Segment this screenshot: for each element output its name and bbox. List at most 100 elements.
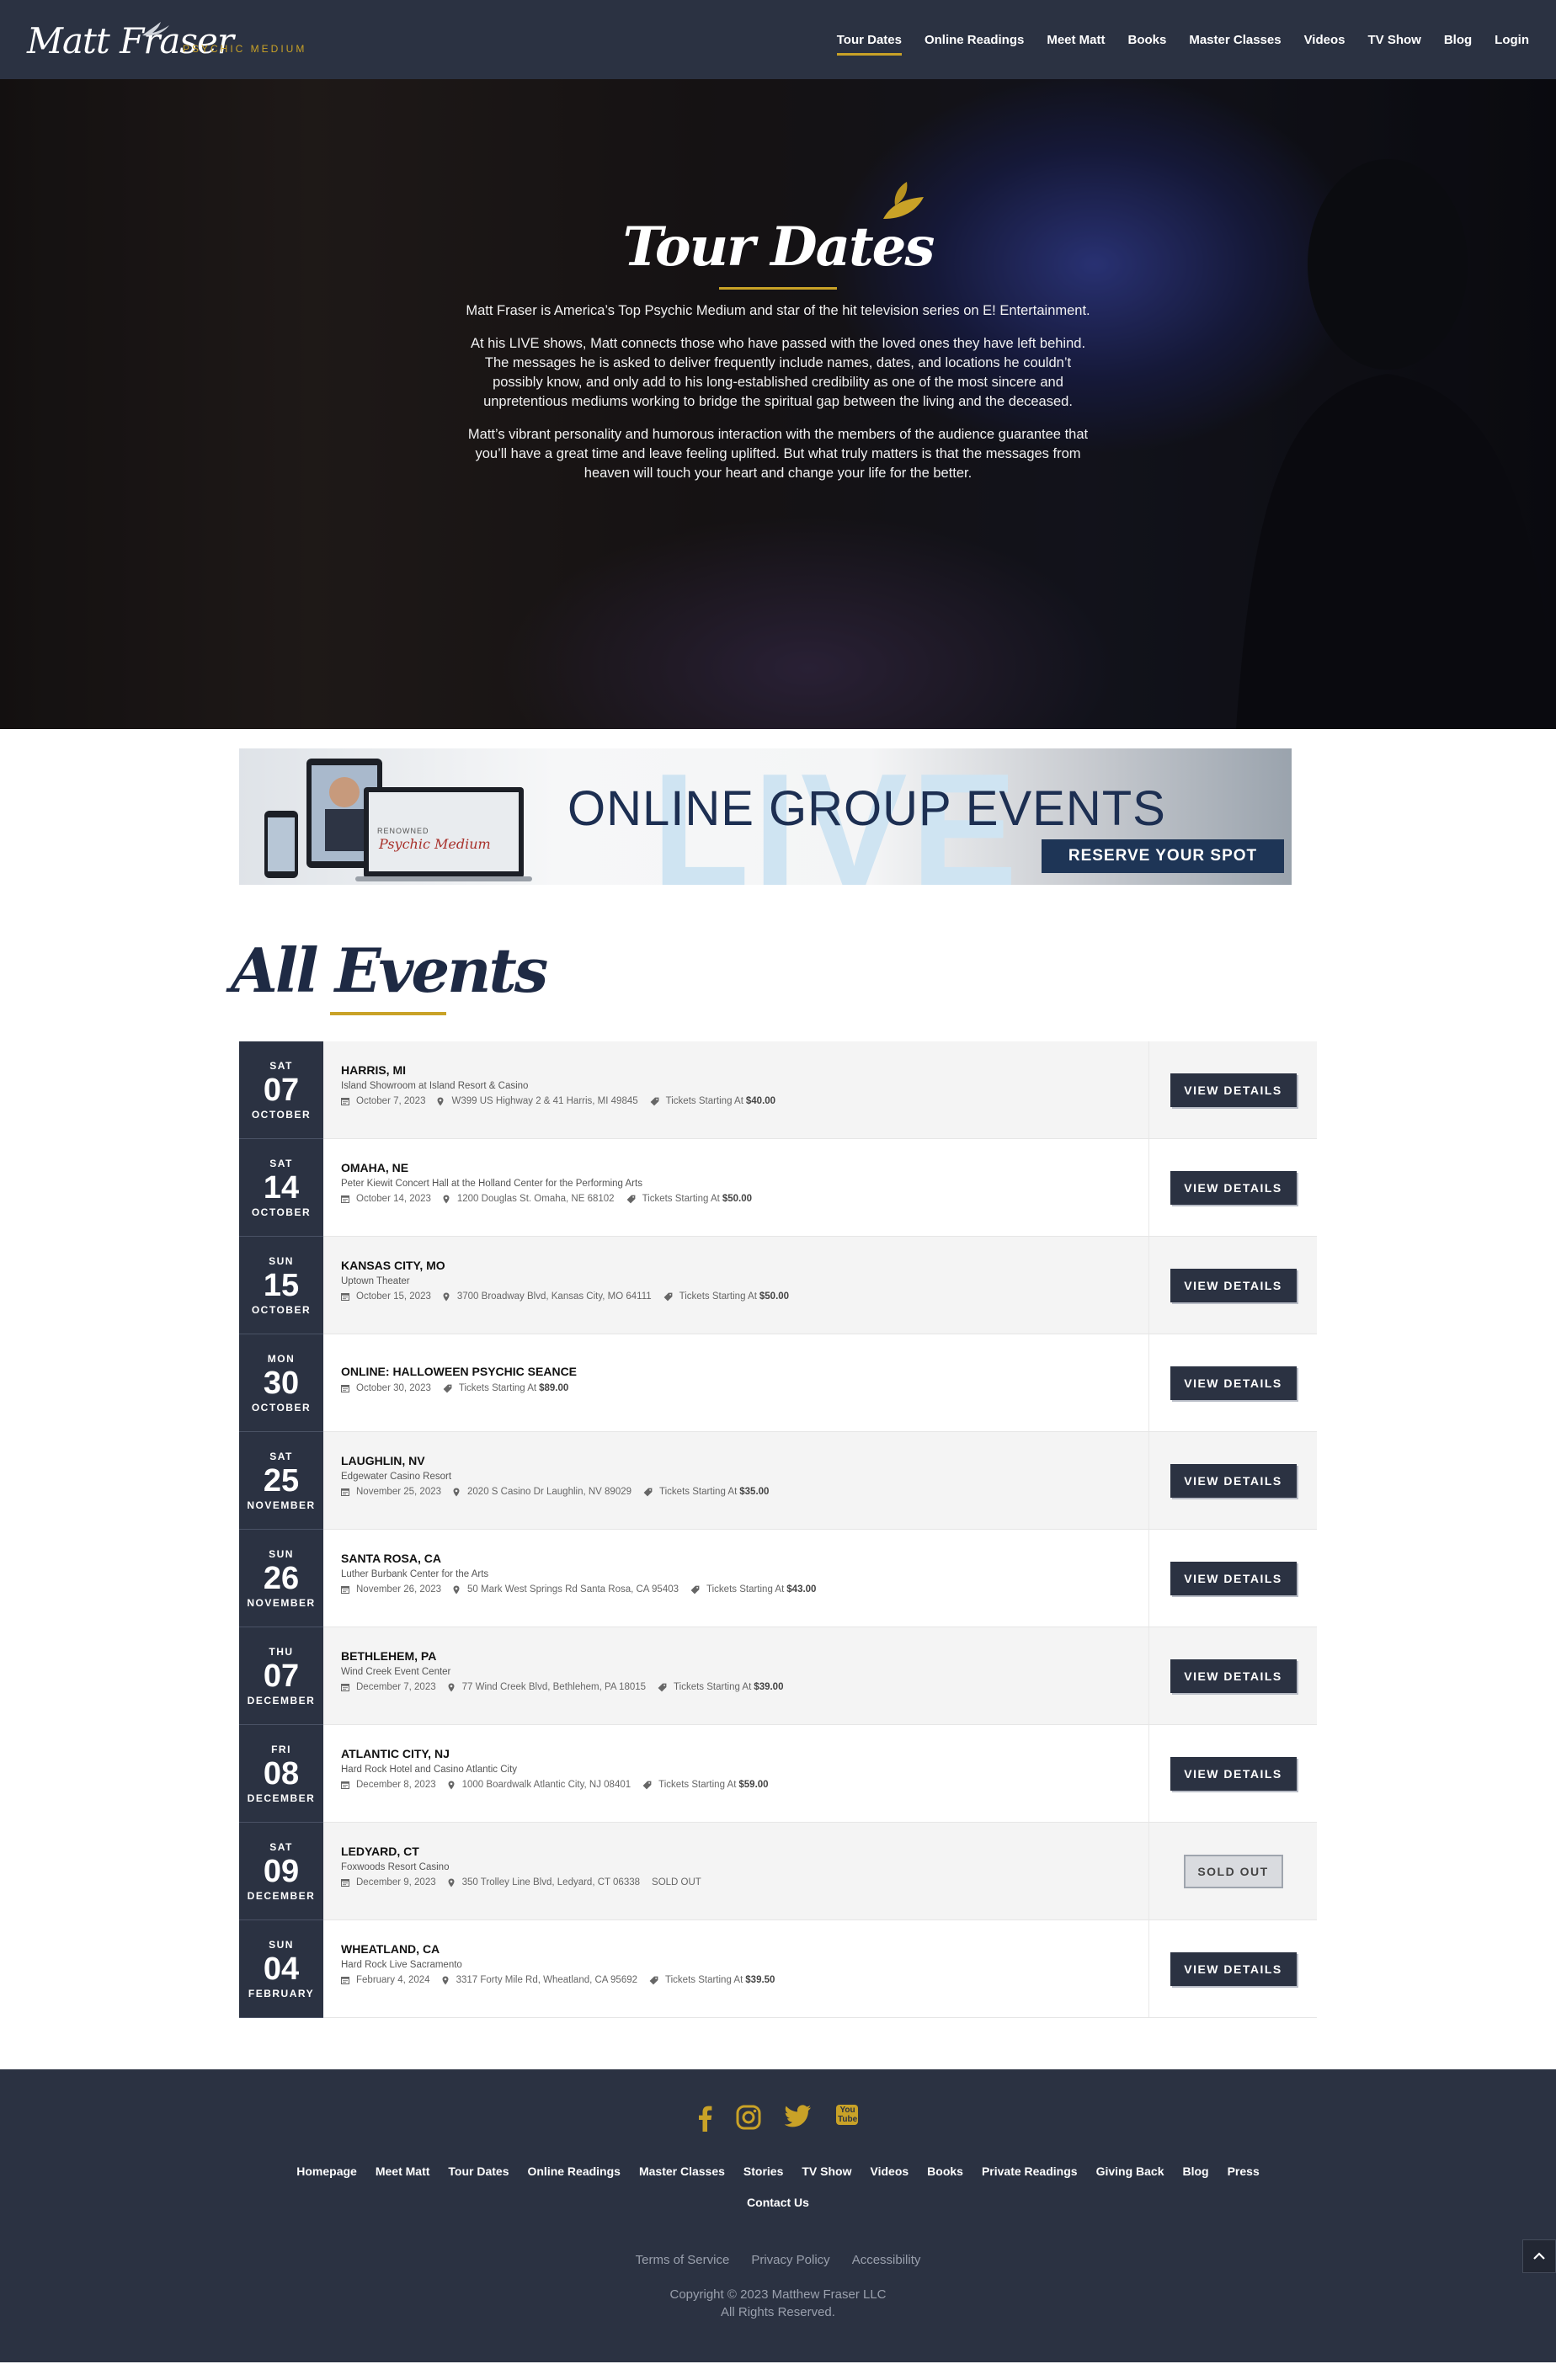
event-date-meta: December 8, 2023: [341, 1780, 436, 1790]
event-meta: December 8, 2023 1000 Boardwalk Atlantic …: [341, 1780, 1148, 1790]
event-venue: Luther Burbank Center for the Arts: [341, 1569, 489, 1579]
event-date-box: SUN 26 NOVEMBER: [239, 1530, 323, 1627]
map-marker-icon: [442, 1976, 452, 1985]
instagram-icon[interactable]: [736, 2105, 761, 2132]
event-row: SAT 09 DECEMBER LEDYARD, CT Foxwoods Resort …: [239, 1823, 1317, 1920]
event-venue: Edgewater Casino Resort: [341, 1472, 452, 1482]
nav-login[interactable]: Login: [1495, 24, 1529, 56]
view-details-button[interactable]: VIEW DETAILS: [1170, 1366, 1297, 1400]
chevron-up-icon: [1533, 2252, 1545, 2260]
event-price-meta: Tickets Starting At $39.50: [649, 1975, 775, 1985]
event-city: ONLINE: HALLOWEEN PSYCHIC SEANCE: [341, 1365, 578, 1378]
footer-link-private-readings[interactable]: Private Readings: [982, 2164, 1078, 2178]
footer-link-homepage[interactable]: Homepage: [296, 2164, 357, 2178]
banner-screen-label-2: Psychic Medium: [379, 836, 491, 852]
ticket-tag-icon: [663, 1292, 676, 1302]
footer-link-master-classes[interactable]: Master Classes: [639, 2164, 725, 2178]
event-date-meta: October 14, 2023: [341, 1194, 431, 1204]
twitter-icon[interactable]: [785, 2105, 812, 2132]
nav-tv-show[interactable]: TV Show: [1368, 24, 1421, 56]
event-city: BETHLEHEM, PA: [341, 1649, 437, 1663]
nav-tour-dates[interactable]: Tour Dates: [836, 24, 903, 56]
view-details-button[interactable]: VIEW DETAILS: [1170, 1561, 1297, 1595]
event-day-of-week: SUN: [269, 1938, 294, 1951]
youtube-icon[interactable]: You Tube: [835, 2105, 859, 2132]
nav-online-readings[interactable]: Online Readings: [925, 24, 1024, 56]
price-prefix: Tickets Starting At: [706, 1584, 785, 1595]
footer-link-contact-us[interactable]: Contact Us: [0, 2196, 1556, 2209]
legal-link-terms-of-service[interactable]: Terms of Service: [636, 2253, 730, 2267]
event-meta: February 4, 2024 3317 Forty Mile Rd, Whea…: [341, 1975, 1148, 1985]
event-meta: November 26, 2023 50 Mark West Springs Rd…: [341, 1584, 1148, 1595]
view-details-button[interactable]: VIEW DETAILS: [1170, 1756, 1297, 1791]
nav-master-classes[interactable]: Master Classes: [1189, 24, 1281, 56]
calendar-icon: [341, 1292, 353, 1301]
event-price-meta: Tickets Starting At $35.00: [643, 1487, 769, 1497]
event-meta: October 30, 2023 Tickets Starting At $89.0…: [341, 1383, 1148, 1393]
event-month: FEBRUARY: [248, 1987, 315, 1999]
footer-link-press[interactable]: Press: [1228, 2164, 1260, 2178]
copyright: Copyright © 2023 Matthew Fraser LLC All …: [0, 2286, 1556, 2321]
event-info: ONLINE: HALLOWEEN PSYCHIC SEANCE October …: [323, 1334, 1148, 1431]
logo-subtitle: PSYCHIC MEDIUM: [183, 43, 307, 55]
event-venue: Hard Rock Live Sacramento: [341, 1960, 462, 1970]
map-marker-icon: [453, 1585, 463, 1595]
legal-link-accessibility[interactable]: Accessibility: [852, 2253, 921, 2267]
footer-link-meet-matt[interactable]: Meet Matt: [376, 2164, 430, 2178]
event-price: $59.00: [738, 1780, 769, 1790]
scroll-to-top-button[interactable]: [1522, 2239, 1556, 2273]
nav-blog[interactable]: Blog: [1444, 24, 1472, 56]
footer-link-tour-dates[interactable]: Tour Dates: [448, 2164, 509, 2178]
view-details-button[interactable]: VIEW DETAILS: [1170, 1951, 1297, 1986]
event-day-number: 09: [263, 1853, 300, 1889]
event-day-of-week: FRI: [271, 1743, 291, 1755]
nav-videos[interactable]: Videos: [1304, 24, 1346, 56]
event-city: KANSAS CITY, MO: [341, 1259, 445, 1272]
event-info: ATLANTIC CITY, NJ Hard Rock Hotel and Cas…: [323, 1725, 1148, 1822]
event-row: SUN 15 OCTOBER KANSAS CITY, MO Uptown Theate…: [239, 1237, 1317, 1334]
event-date-meta: October 15, 2023: [341, 1291, 431, 1302]
price-prefix: Tickets Starting At: [665, 1096, 743, 1106]
legal-link-privacy-policy[interactable]: Privacy Policy: [751, 2253, 829, 2267]
event-info: OMAHA, NE Peter Kiewit Concert Hall at th…: [323, 1139, 1148, 1236]
event-date-box: THU 07 DECEMBER: [239, 1627, 323, 1725]
event-date-text: October 14, 2023: [356, 1194, 431, 1204]
event-address-text: 50 Mark West Springs Rd Santa Rosa, CA 9…: [467, 1584, 679, 1595]
event-venue: Foxwoods Resort Casino: [341, 1862, 450, 1872]
facebook-icon[interactable]: [697, 2105, 712, 2132]
view-details-button[interactable]: VIEW DETAILS: [1170, 1073, 1297, 1107]
ticket-tag-icon: [626, 1195, 639, 1204]
view-details-button[interactable]: VIEW DETAILS: [1170, 1170, 1297, 1205]
event-row: SAT 07 OCTOBER HARRIS, MI Island Showroom at…: [239, 1041, 1317, 1139]
reserve-your-spot-button[interactable]: RESERVE YOUR SPOT: [1042, 839, 1284, 873]
nav-meet-matt[interactable]: Meet Matt: [1047, 24, 1105, 56]
event-meta: December 7, 2023 77 Wind Creek Blvd, Beth…: [341, 1682, 1148, 1692]
view-details-button[interactable]: VIEW DETAILS: [1170, 1659, 1297, 1693]
footer-link-blog[interactable]: Blog: [1182, 2164, 1208, 2178]
event-day-number: 25: [263, 1462, 300, 1499]
social-links: You Tube: [0, 2105, 1556, 2132]
nav-books[interactable]: Books: [1128, 24, 1167, 56]
event-venue: Hard Rock Hotel and Casino Atlantic City: [341, 1765, 518, 1775]
view-details-button[interactable]: VIEW DETAILS: [1170, 1268, 1297, 1302]
footer-link-online-readings[interactable]: Online Readings: [527, 2164, 620, 2178]
footer-link-stories[interactable]: Stories: [743, 2164, 783, 2178]
map-marker-icon: [448, 1878, 458, 1887]
footer-link-books[interactable]: Books: [927, 2164, 963, 2178]
sold-out-button[interactable]: SOLD OUT: [1183, 1854, 1283, 1888]
event-price: $50.00: [759, 1291, 790, 1302]
event-address-meta: 1200 Douglas St. Omaha, NE 68102: [443, 1194, 615, 1204]
footer-link-videos[interactable]: Videos: [871, 2164, 909, 2178]
event-date-box: FRI 08 DECEMBER: [239, 1725, 323, 1823]
event-address-meta: 50 Mark West Springs Rd Santa Rosa, CA 9…: [453, 1584, 679, 1595]
map-marker-icon: [448, 1683, 458, 1692]
event-row: FRI 08 DECEMBER ATLANTIC CITY, NJ Hard Rock …: [239, 1725, 1317, 1823]
online-group-events-banner[interactable]: LIVE RENOWNED Psychic Medium ONLINE GROU…: [239, 748, 1292, 885]
event-address-meta: 3317 Forty Mile Rd, Wheatland, CA 95692: [442, 1975, 637, 1985]
event-address-text: 2020 S Casino Dr Laughlin, NV 89029: [467, 1487, 632, 1497]
view-details-button[interactable]: VIEW DETAILS: [1170, 1463, 1297, 1498]
event-action: VIEW DETAILS: [1148, 1041, 1317, 1138]
footer-link-giving-back[interactable]: Giving Back: [1096, 2164, 1164, 2178]
footer-link-tv-show[interactable]: TV Show: [802, 2164, 851, 2178]
event-info: BETHLEHEM, PA Wind Creek Event Center Dece…: [323, 1627, 1148, 1724]
